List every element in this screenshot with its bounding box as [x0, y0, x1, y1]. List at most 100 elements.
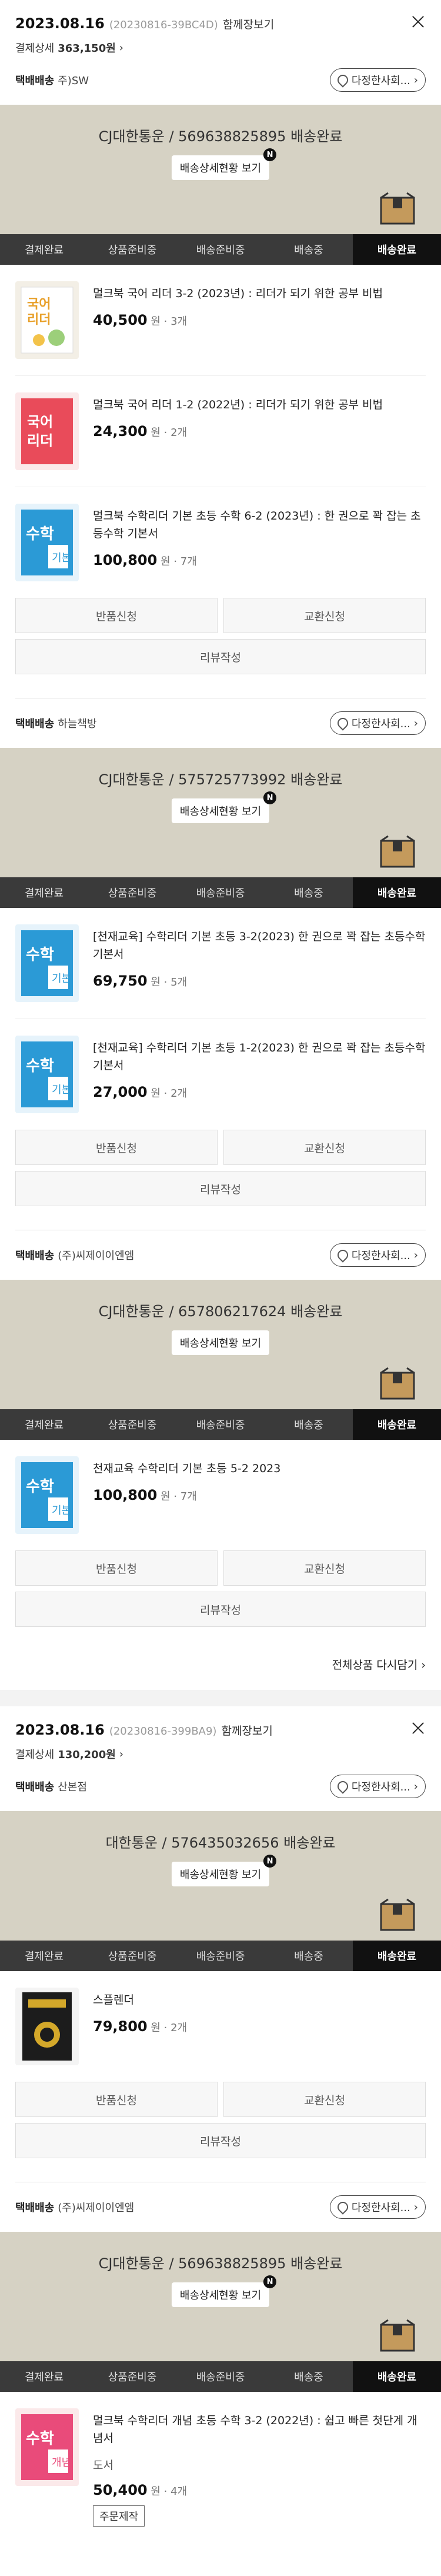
shipping-detail-label: 배송상세현황 보기 [179, 806, 262, 818]
write-review-button[interactable]: 리뷰작성 [15, 2123, 426, 2158]
return-request-button[interactable]: 반품신청 [15, 1550, 218, 1586]
step-delivered: 배송완료 [353, 2361, 441, 2392]
delivery-steps: 결제완료 상품준비중 배송준비중 배송중 배송완료 [0, 1941, 441, 1971]
seller-shop-label: 다정한사회... [351, 718, 410, 730]
product-info: [천재교육] 수학리더 기본 초등 3-2(2023) 한 권으로 꽉 잡는 초… [93, 924, 426, 1002]
svg-text:기본: 기본 [52, 1084, 71, 1096]
step-shipping: 배송중 [294, 887, 323, 900]
product-thumbnail: 수학 기본 [15, 1456, 79, 1534]
return-request-button[interactable]: 반품신청 [15, 1130, 218, 1165]
step-shipping: 배송중 [294, 1951, 323, 1963]
chevron-right-icon: › [421, 1659, 426, 1672]
location-pin-icon [335, 2199, 350, 2215]
tracking-banner: CJ대한통운 / 569638825895 배송완료 배송상세현황 보기 N [0, 2232, 441, 2361]
svg-text:리더: 리더 [27, 312, 51, 327]
shipping-detail-label: 배송상세현황 보기 [179, 1337, 262, 1350]
delivery-steps: 결제완료 상품준비중 배송준비중 배송중 배송완료 [0, 234, 441, 265]
svg-text:기본: 기본 [52, 552, 71, 564]
delivery-steps: 결제완료 상품준비중 배송준비중 배송중 배송완료 [0, 2361, 441, 2392]
tracking-banner: CJ대한통운 / 657806217624 배송완료 배송상세현황 보기 [0, 1280, 441, 1409]
tracking-banner: 대한통운 / 576435032656 배송완료 배송상세현황 보기 N [0, 1811, 441, 1941]
list-item[interactable]: 수학기본 [천재교육] 수학리더 기본 초등 3-2(2023) 한 권으로 꽉… [15, 908, 426, 1019]
seller-shop-button[interactable]: 다정한사회... › [329, 2195, 426, 2219]
carrier-info: CJ대한통운 / 569638825895 배송완료 [98, 2255, 343, 2272]
step-preparing-shipping: 배송준비중 [196, 244, 245, 257]
package-box-icon [380, 1367, 415, 1400]
exchange-request-button[interactable]: 교환신청 [223, 1550, 426, 1586]
location-pin-icon [335, 1247, 350, 1263]
payment-amount: 130,200원 [58, 1749, 116, 1761]
location-pin-icon [335, 715, 350, 731]
step-delivered: 배송완료 [353, 1941, 441, 1971]
new-badge: N [263, 148, 277, 161]
svg-text:기본: 기본 [52, 973, 71, 985]
action-buttons: 반품신청 교환신청 리뷰작성 [0, 598, 441, 692]
svg-text:수학: 수학 [26, 946, 54, 964]
seller-label: 택배배송 (주)씨제이이엔엠 [15, 2202, 135, 2214]
write-review-button[interactable]: 리뷰작성 [15, 639, 426, 674]
list-item[interactable]: 국어 리더 멀크북 국어 리더 3-2 (2023년) : 리더가 되기 위한 공… [15, 265, 426, 376]
shipping-detail-button[interactable]: 배송상세현황 보기 [171, 1330, 270, 1355]
action-buttons: 반품신청 교환신청 리뷰작성 [0, 1130, 441, 1224]
location-pin-icon [335, 72, 350, 88]
seller-name: 하늘책방 [58, 718, 97, 730]
step-shipping: 배송중 [294, 1419, 323, 1432]
carrier-info: 대한통운 / 576435032656 배송완료 [105, 1835, 336, 1851]
list-item[interactable]: 국어 리더 멀크북 국어 리더 1-2 (2022년) : 리더가 되기 위한 공… [15, 376, 426, 487]
step-preparing-shipping: 배송준비중 [196, 2371, 245, 2384]
carrier-info: CJ대한통운 / 569638825895 배송완료 [98, 128, 343, 145]
shipping-detail-button[interactable]: 배송상세현황 보기 N [171, 791, 277, 823]
together-link[interactable]: 함께장보기 [223, 18, 274, 31]
seller-label: 택배배송 하늘책방 [15, 718, 97, 730]
exchange-request-button[interactable]: 교환신청 [223, 598, 426, 633]
return-request-button[interactable]: 반품신청 [15, 598, 218, 633]
seller-shop-button[interactable]: 다정한사회... › [329, 1243, 426, 1267]
exchange-request-button[interactable]: 교환신청 [223, 1130, 426, 1165]
new-badge: N [263, 2275, 277, 2288]
close-icon[interactable] [410, 14, 426, 29]
chevron-right-icon: › [119, 1748, 123, 1760]
shipping-detail-button[interactable]: 배송상세현황 보기 N [171, 2275, 277, 2307]
write-review-button[interactable]: 리뷰작성 [15, 1592, 426, 1627]
svg-text:국어: 국어 [27, 297, 51, 312]
payment-summary[interactable]: 결제상세 363,150원 › [0, 32, 441, 55]
list-item[interactable]: 수학 기본 천재교육 수학리더 기본 초등 5-2 2023 100,800 원 … [15, 1440, 426, 1550]
list-item[interactable]: 스플렌더 79,800 원 · 2개 [15, 1971, 426, 2082]
product-thumbnail: 수학기본 [15, 924, 79, 1002]
delivery-steps: 결제완료 상품준비중 배송준비중 배송중 배송완료 [0, 877, 441, 908]
shipping-detail-button[interactable]: 배송상세현황 보기 N [171, 148, 277, 180]
return-request-button[interactable]: 반품신청 [15, 2082, 218, 2117]
seller-shop-button[interactable]: 다정한사회... › [329, 1775, 426, 1798]
list-item[interactable]: 수학 기본 멀크북 수학리더 기본 초등 수학 6-2 (2023년) : 한 권… [15, 487, 426, 598]
product-title: 스플렌더 [93, 1993, 134, 2006]
product-price: 50,400 원 · 4개 [93, 2482, 188, 2498]
product-category: 도서 [93, 2459, 113, 2472]
shipping-detail-button[interactable]: 배송상세현황 보기 N [171, 1855, 277, 1886]
product-info: 멀크북 국어 리더 3-2 (2023년) : 리더가 되기 위한 공부 비법 … [93, 281, 426, 359]
svg-text:수학: 수학 [26, 525, 54, 543]
payment-label: 결제상세 [15, 1749, 55, 1761]
payment-summary[interactable]: 결제상세 130,200원 › [0, 1738, 441, 1762]
seller-shop-label: 다정한사회... [351, 1250, 410, 1262]
list-item[interactable]: 수학 개념 멀크북 수학리더 개념 초등 수학 3-2 (2022년) : 쉽고 … [15, 2392, 426, 2543]
exchange-request-button[interactable]: 교환신청 [223, 2082, 426, 2117]
location-pin-icon [335, 1779, 350, 1794]
close-icon[interactable] [410, 1720, 426, 1736]
seller-shop-button[interactable]: 다정한사회... › [329, 68, 426, 92]
payment-amount: 363,150원 [58, 42, 116, 55]
order-header: 2023.08.16 (20230816-399BA9) 함께장보기 [0, 1706, 441, 1738]
product-price: 40,500 원 · 3개 [93, 312, 188, 328]
step-paid: 결제완료 [24, 887, 64, 900]
list-item[interactable]: 수학 기본 [천재교육] 수학리더 기본 초등 1-2(2023) 한 권으로 꽉… [15, 1019, 426, 1130]
product-thumbnail: 국어 리더 [15, 281, 79, 359]
write-review-button[interactable]: 리뷰작성 [15, 1171, 426, 1206]
product-thumbnail: 수학기본 [15, 504, 79, 581]
seller-name: 주)SW [58, 75, 89, 87]
product-info: 천재교육 수학리더 기본 초등 5-2 2023 100,800 원 · 7개 [93, 1456, 426, 1534]
chevron-right-icon: › [413, 1780, 418, 1793]
seller-shop-button[interactable]: 다정한사회... › [329, 711, 426, 735]
svg-text:수학: 수학 [26, 1057, 54, 1075]
order-date: 2023.08.16 [15, 15, 105, 32]
reorder-all-link[interactable]: 전체상품 다시담기 › [0, 1645, 441, 1690]
together-link[interactable]: 함께장보기 [221, 1725, 272, 1738]
